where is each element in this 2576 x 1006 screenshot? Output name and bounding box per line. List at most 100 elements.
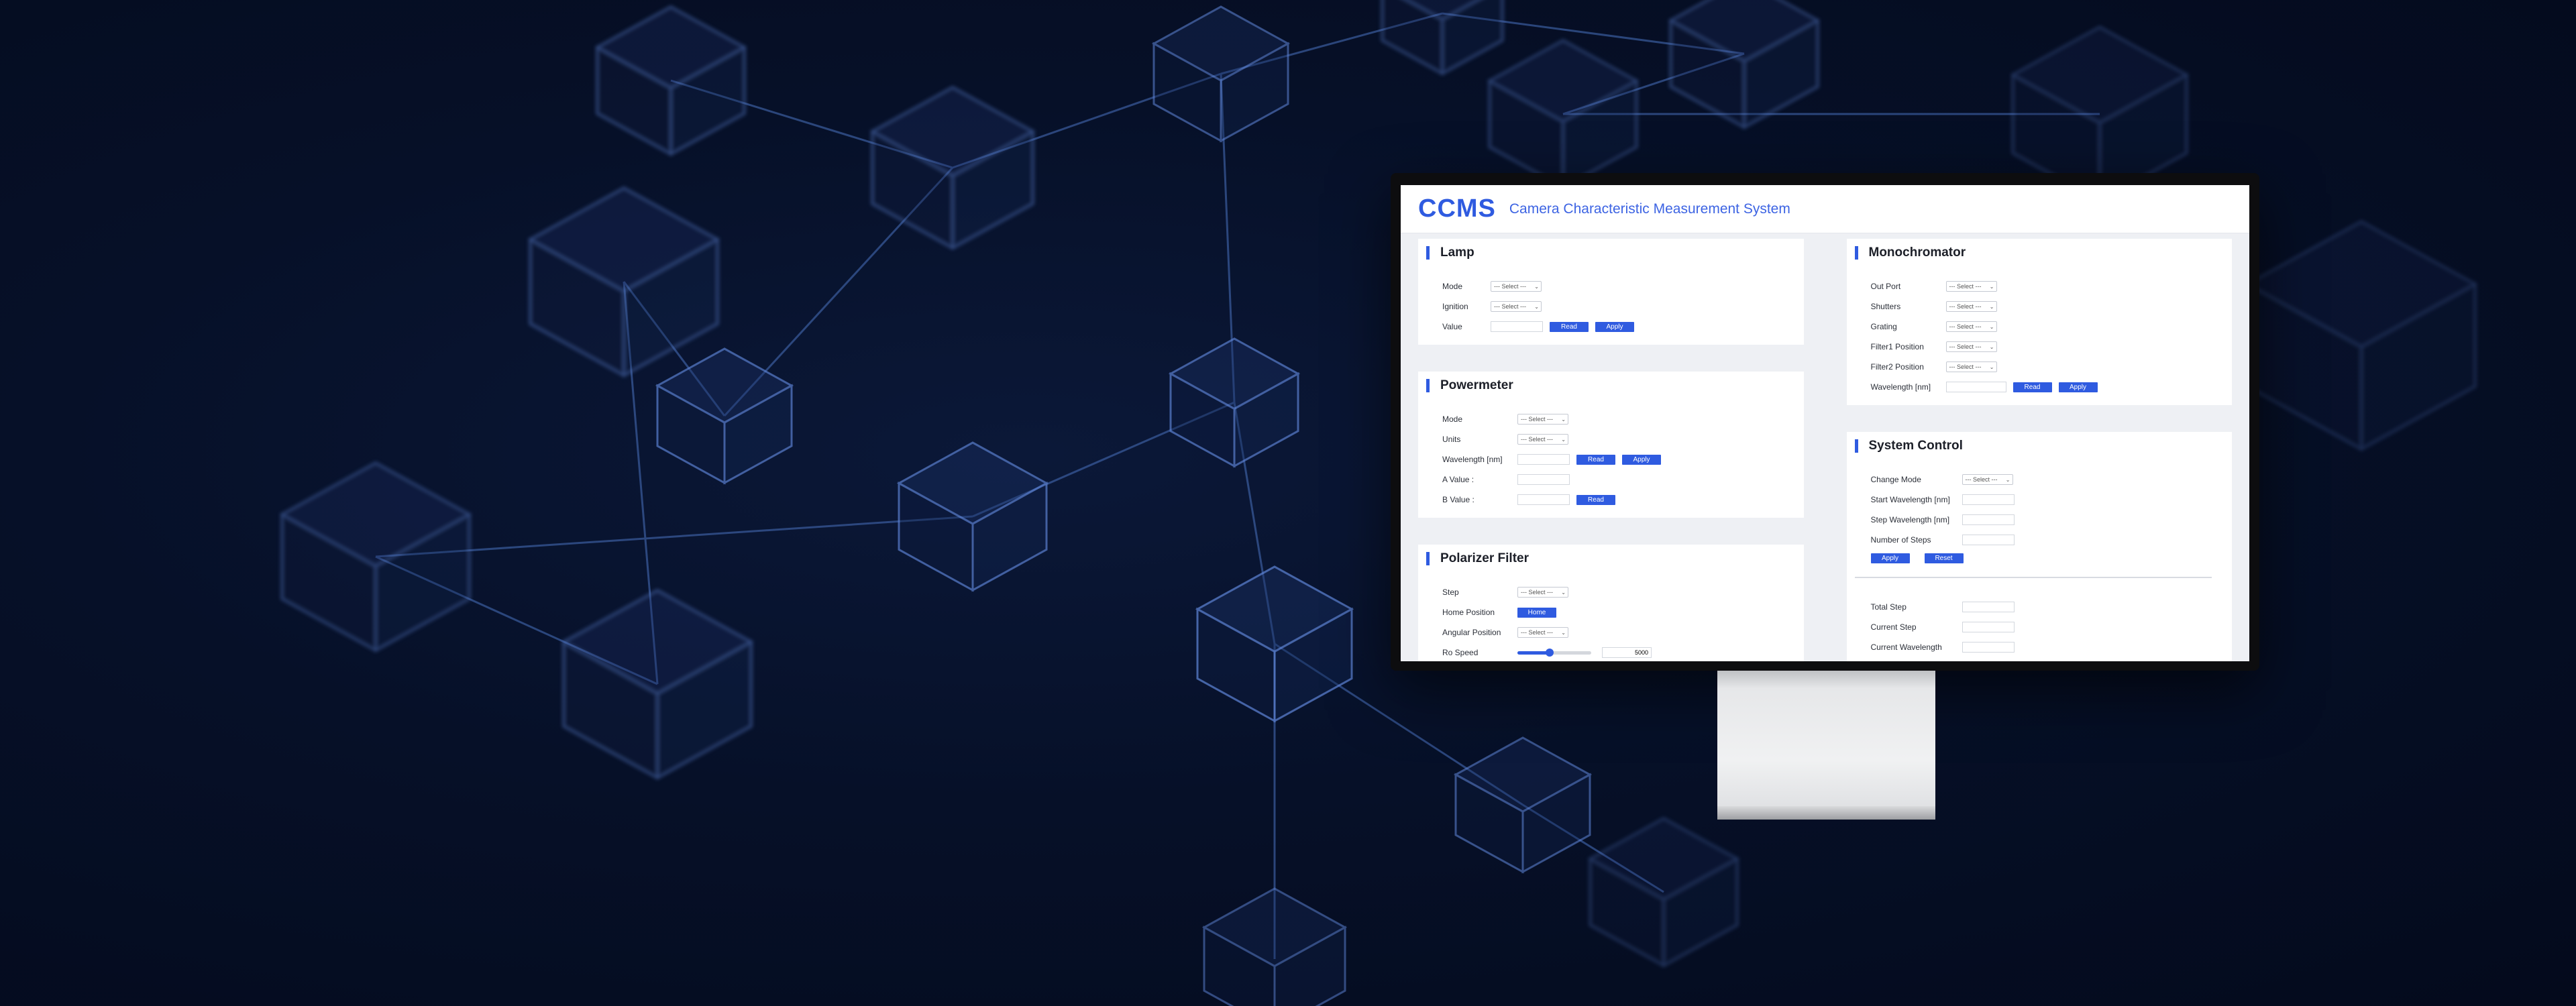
cube-icon — [1168, 337, 1301, 468]
slider-fill — [1517, 651, 1550, 655]
powermeter-units-row: Units --- Select --- ⌄ — [1426, 429, 1784, 449]
mono-grating-label: Grating — [1870, 322, 1897, 331]
monochromator-title: Monochromator — [1868, 245, 1966, 260]
mono-out-port-select[interactable]: --- Select --- ⌄ — [1945, 281, 1997, 292]
chevron-down-icon: ⌄ — [1561, 629, 1566, 636]
cube-icon — [869, 86, 1036, 250]
sc-current-step-label: Current Step — [1870, 622, 1917, 632]
sc-current-step-value — [1962, 622, 2015, 632]
powermeter-a-value-input[interactable] — [1517, 474, 1570, 485]
lamp-mode-select[interactable]: --- Select --- ⌄ — [1491, 281, 1542, 292]
sc-reset-button[interactable]: Reset — [1924, 553, 1964, 563]
sc-start-wavelength-label: Start Wavelength [nm] — [1870, 495, 1950, 504]
cube-icon — [527, 186, 720, 378]
powermeter-b-value-label: B Value : — [1442, 495, 1474, 504]
select-value: --- Select --- — [1494, 283, 1526, 290]
ro-speed-input[interactable]: 5000 — [1602, 647, 1652, 658]
powermeter-wavelength-input[interactable] — [1517, 454, 1570, 465]
select-value: --- Select --- — [1949, 323, 1982, 330]
chevron-down-icon: ⌄ — [1561, 589, 1566, 596]
mono-shutters-label: Shutters — [1870, 302, 1901, 311]
chevron-down-icon: ⌄ — [1534, 303, 1539, 310]
sc-current-wavelength-row: Current Wavelength — [1855, 637, 2212, 657]
powermeter-read-button[interactable]: Read — [1576, 454, 1615, 465]
cube-icon — [1668, 0, 1821, 129]
app-header: CCMS Camera Characteristic Measurement S… — [1401, 185, 2249, 233]
sc-total-step-value — [1962, 602, 2015, 612]
select-value: --- Select --- — [1949, 343, 1982, 350]
lamp-apply-button[interactable]: Apply — [1595, 321, 1634, 332]
lamp-read-button[interactable]: Read — [1550, 321, 1589, 332]
chevron-down-icon: ⌄ — [1989, 343, 1994, 350]
select-value: --- Select --- — [1521, 416, 1553, 423]
mono-grating-select[interactable]: --- Select --- ⌄ — [1945, 321, 1997, 332]
mono-filter2-label: Filter2 Position — [1870, 362, 1924, 372]
lamp-ignition-label: Ignition — [1442, 302, 1468, 311]
app-subtitle: Camera Characteristic Measurement System — [1509, 201, 1790, 217]
mono-wavelength-input[interactable] — [1945, 382, 2006, 392]
cube-icon — [279, 461, 472, 653]
select-value: --- Select --- — [1965, 476, 1998, 483]
sc-number-steps-label: Number of Steps — [1870, 535, 1931, 545]
cube-icon — [1195, 565, 1354, 723]
powermeter-a-value-label: A Value : — [1442, 475, 1474, 484]
powermeter-units-label: Units — [1442, 435, 1461, 444]
mono-wavelength-row: Wavelength [nm] Read Apply — [1855, 377, 2212, 397]
sc-step-wavelength-input[interactable] — [1962, 514, 2015, 525]
app-screen: CCMS Camera Characteristic Measurement S… — [1401, 185, 2249, 661]
powermeter-b-read-button[interactable]: Read — [1576, 494, 1615, 505]
sc-number-steps-input[interactable] — [1962, 535, 2015, 545]
sc-apply-button[interactable]: Apply — [1870, 553, 1910, 563]
mono-filter1-select[interactable]: --- Select --- ⌄ — [1945, 341, 1997, 352]
polarizer-step-select[interactable]: --- Select --- ⌄ — [1517, 587, 1568, 598]
cube-icon — [561, 589, 754, 780]
polarizer-step-label: Step — [1442, 588, 1459, 597]
lamp-mode-row: Mode --- Select --- ⌄ — [1426, 276, 1784, 296]
section-marker — [1426, 552, 1430, 565]
select-value: --- Select --- — [1521, 436, 1553, 443]
chevron-down-icon: ⌄ — [1561, 436, 1566, 443]
polarizer-home-button[interactable]: Home — [1517, 607, 1556, 618]
polarizer-angular-label: Angular Position — [1442, 628, 1501, 637]
powermeter-units-select[interactable]: --- Select --- ⌄ — [1517, 434, 1568, 445]
powermeter-wavelength-label: Wavelength [nm] — [1442, 455, 1503, 464]
polarizer-home-row: Home Position Home — [1426, 602, 1784, 622]
mono-filter2-select[interactable]: --- Select --- ⌄ — [1945, 361, 1997, 372]
sc-number-steps-row: Number of Steps — [1855, 530, 2212, 550]
mono-read-button[interactable]: Read — [2012, 382, 2052, 392]
sc-start-wavelength-row: Start Wavelength [nm] — [1855, 490, 2212, 510]
powermeter-mode-label: Mode — [1442, 414, 1463, 424]
select-value: --- Select --- — [1521, 629, 1553, 636]
cube-icon — [1487, 39, 1640, 190]
sc-current-step-row: Current Step — [1855, 617, 2212, 637]
lamp-ignition-row: Ignition --- Select --- ⌄ — [1426, 296, 1784, 317]
mono-out-port-label: Out Port — [1870, 282, 1901, 291]
sc-total-step-row: Total Step — [1855, 597, 2212, 617]
slider-handle[interactable] — [1546, 648, 1554, 657]
sc-start-wavelength-input[interactable] — [1962, 494, 2015, 505]
mono-filter1-row: Filter1 Position --- Select --- ⌄ — [1855, 337, 2212, 357]
lamp-value-input[interactable] — [1491, 321, 1543, 332]
powermeter-mode-select[interactable]: --- Select --- ⌄ — [1517, 414, 1568, 425]
powermeter-title: Powermeter — [1440, 378, 1513, 392]
powermeter-apply-button[interactable]: Apply — [1622, 454, 1661, 465]
polarizer-home-label: Home Position — [1442, 608, 1495, 617]
mono-shutters-select[interactable]: --- Select --- ⌄ — [1945, 301, 1997, 312]
select-value: --- Select --- — [1494, 303, 1526, 310]
powermeter-panel: Powermeter Mode --- Select --- ⌄ Units --… — [1418, 372, 1804, 518]
mono-apply-button[interactable]: Apply — [2058, 382, 2098, 392]
system-control-panel-header: System Control — [1854, 439, 2212, 453]
powermeter-b-value-row: B Value : Read — [1426, 490, 1784, 510]
section-marker — [1426, 246, 1430, 260]
lamp-ignition-select[interactable]: --- Select --- ⌄ — [1491, 301, 1542, 312]
lamp-value-row: Value Read Apply — [1426, 317, 1784, 337]
cube-icon — [1201, 887, 1348, 1006]
powermeter-b-value-input[interactable] — [1517, 494, 1570, 505]
brand-logo: CCMS — [1418, 194, 1496, 223]
select-value: --- Select --- — [1949, 303, 1982, 310]
chevron-down-icon: ⌄ — [1561, 416, 1566, 423]
ro-speed-slider[interactable] — [1517, 648, 1591, 657]
powermeter-mode-row: Mode --- Select --- ⌄ — [1426, 409, 1784, 429]
sc-change-mode-select[interactable]: --- Select --- ⌄ — [1962, 474, 2013, 485]
polarizer-angular-select[interactable]: --- Select --- ⌄ — [1517, 627, 1568, 638]
